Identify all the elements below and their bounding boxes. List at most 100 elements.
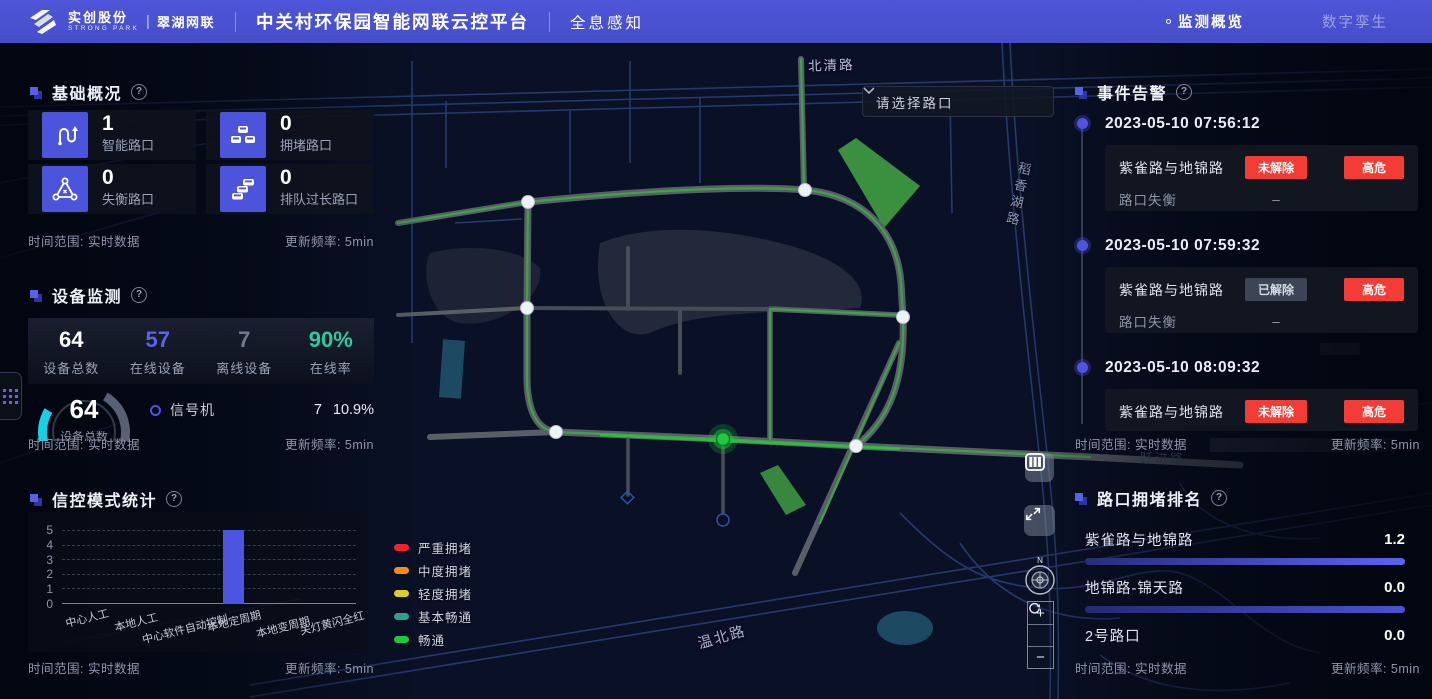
map-fullscreen-button[interactable] xyxy=(1024,505,1055,536)
legend-swatch xyxy=(394,613,409,620)
svg-text:N: N xyxy=(1037,556,1043,565)
nav-label: 监测概览 xyxy=(1178,11,1244,32)
gauge-value: 64 xyxy=(38,394,130,425)
chart-x-label: 本地定周期 xyxy=(205,607,262,636)
ranking-road-name: 2号路口 xyxy=(1085,625,1141,646)
stat-value: 90% xyxy=(288,327,375,353)
stat-label: 在线率 xyxy=(288,358,375,377)
ranking-bar-track xyxy=(1085,606,1405,613)
header-nav: 监测概览 数字孪生 xyxy=(1166,11,1406,32)
nav-label: 数字孪生 xyxy=(1322,11,1388,32)
stat-card-long-queue-intersections: 0 排队过长路口 xyxy=(206,164,374,214)
timeline-dot xyxy=(1077,362,1088,373)
congestion-legend: 严重拥堵 中度拥堵 轻度拥堵 基本畅通 畅通 xyxy=(394,536,472,651)
brand-text: 实创股份 STRONG PARK xyxy=(68,11,139,33)
ranking-value: 1.2 xyxy=(1384,531,1405,548)
alert-road-name: 紫雀路与地锦路 xyxy=(1119,402,1245,422)
time-range-label: 时间范围: 实时数据 xyxy=(28,231,140,250)
reset-view-button[interactable] xyxy=(1028,624,1053,646)
expand-arrows-icon xyxy=(1024,505,1042,523)
timeline-line xyxy=(1081,128,1083,424)
chart-y-tick: 0 xyxy=(46,597,53,611)
basic-overview-meta: 时间范围: 实时数据 更新频率: 5min xyxy=(28,231,374,250)
chart-y-axis: 012345 xyxy=(34,530,56,604)
section-squares-icon xyxy=(1075,86,1088,99)
section-title: 信控模式统计 xyxy=(52,487,157,511)
intersection-marker[interactable] xyxy=(550,426,563,439)
legend-item: 基本畅通 xyxy=(394,605,472,628)
chart-x-axis-labels: 中心人工本地人工中心软件自动控制本地定周期本地变周期关灯黄闪全红 xyxy=(62,608,356,650)
compass-rose-icon: N xyxy=(1020,555,1060,599)
selected-intersection-marker[interactable] xyxy=(708,424,738,454)
map-layers-button[interactable] xyxy=(1025,453,1054,482)
device-stats-panel: 64 设备总数 57 在线设备 7 离线设备 90% 在线率 xyxy=(28,318,374,384)
zoom-out-button[interactable]: − xyxy=(1028,646,1053,668)
help-icon[interactable]: ? xyxy=(1176,84,1192,100)
stat-card-smart-intersections: 1 智能路口 xyxy=(28,110,196,160)
help-icon[interactable]: ? xyxy=(1211,490,1227,506)
device-stat-offline: 7 离线设备 xyxy=(201,318,288,384)
intersection-select-dropdown[interactable]: 请选择路口 xyxy=(862,86,1054,117)
module-tab-holographic[interactable]: 全息感知 xyxy=(570,11,644,33)
section-title: 基础概况 xyxy=(52,80,122,104)
legend-swatch xyxy=(394,590,409,597)
route-icon xyxy=(42,112,88,158)
device-monitor-meta: 时间范围: 实时数据 更新频率: 5min xyxy=(28,434,374,453)
alert-value: – xyxy=(1245,314,1307,329)
help-icon[interactable]: ? xyxy=(166,491,182,507)
device-name: 信号机 xyxy=(170,400,215,420)
help-icon[interactable]: ? xyxy=(131,84,147,100)
section-title: 设备监测 xyxy=(52,283,122,307)
alert-timestamp: 2023-05-10 07:56:12 xyxy=(1105,115,1260,133)
nav-item-digital-twin[interactable]: 数字孪生 xyxy=(1322,11,1388,32)
chart-bar xyxy=(223,530,244,604)
legend-label: 轻度拥堵 xyxy=(418,584,472,603)
platform-title: 中关村环保园智能网联云控平台 xyxy=(256,9,529,34)
alert-status-badge: 未解除 xyxy=(1245,156,1307,179)
stat-label: 在线设备 xyxy=(115,358,202,377)
legend-label: 畅通 xyxy=(418,630,445,649)
ranking-row: 2号路口 0.0 xyxy=(1085,625,1405,646)
ranking-value: 0.0 xyxy=(1384,579,1405,596)
alert-card[interactable]: 紫雀路与地锦路 未解除 高危 xyxy=(1105,389,1418,431)
timeline-dot xyxy=(1077,118,1088,129)
chart-bars xyxy=(62,530,356,604)
help-icon[interactable]: ? xyxy=(131,287,147,303)
device-total-gauge: 64 设备总数 xyxy=(26,380,146,441)
nav-item-monitor-overview[interactable]: 监测概览 xyxy=(1166,11,1244,32)
legend-item: 严重拥堵 xyxy=(394,536,472,559)
ranking-bar-track xyxy=(1085,558,1405,565)
alert-card[interactable]: 紫雀路与地锦路 未解除 高危 路口失衡 – xyxy=(1105,145,1418,211)
intersection-marker[interactable] xyxy=(521,302,534,315)
device-count: 7 xyxy=(314,402,322,418)
congested-cars-icon xyxy=(220,112,266,158)
intersection-marker[interactable] xyxy=(799,184,812,197)
time-range-label: 时间范围: 实时数据 xyxy=(28,434,140,453)
chart-x-label: 中心人工 xyxy=(63,605,110,631)
intersection-marker[interactable] xyxy=(850,440,863,453)
update-rate-label: 更新频率: 5min xyxy=(285,658,374,677)
intersection-marker[interactable] xyxy=(522,196,535,209)
legend-label: 严重拥堵 xyxy=(418,538,472,557)
alert-timestamp: 2023-05-10 08:09:32 xyxy=(1105,359,1260,377)
legend-label: 基本畅通 xyxy=(418,607,472,626)
alert-card[interactable]: 紫雀路与地锦路 已解除 高危 路口失衡 – xyxy=(1105,267,1418,333)
brand-logo-icon xyxy=(26,8,60,36)
map-compass[interactable]: N xyxy=(1020,555,1060,599)
panel-drag-handle[interactable] xyxy=(0,372,22,420)
chart-y-tick: 2 xyxy=(46,567,53,581)
section-squares-icon xyxy=(30,493,43,506)
intersection-marker[interactable] xyxy=(897,311,910,324)
ranking-bar xyxy=(1085,558,1405,565)
device-row-signal-machine: 信号机 7 10.9% xyxy=(150,400,374,420)
legend-item: 畅通 xyxy=(394,628,472,651)
top-header: 实创股份 STRONG PARK | 翠湖网联 中关村环保园智能网联云控平台 全… xyxy=(0,0,1432,43)
section-squares-icon xyxy=(30,86,43,99)
road-label-beiqing: 北清路 xyxy=(808,53,855,75)
stat-value: 57 xyxy=(115,327,202,353)
stat-label: 拥堵路口 xyxy=(280,138,372,153)
stat-value: 7 xyxy=(201,327,288,353)
legend-label: 中度拥堵 xyxy=(418,561,472,580)
partner-name: 翠湖网联 xyxy=(157,12,215,31)
map-zoom-controls: + − xyxy=(1027,601,1054,669)
